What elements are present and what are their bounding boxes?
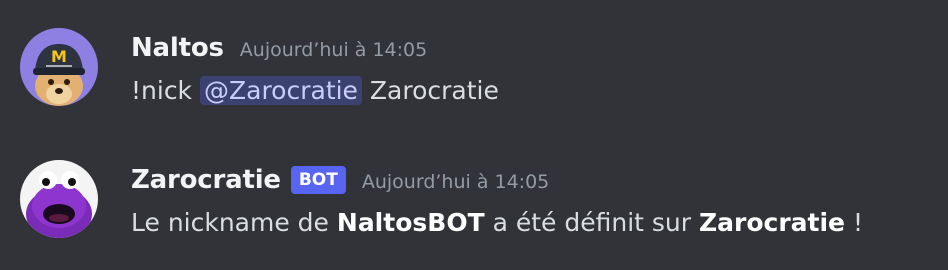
- text-end: !: [852, 208, 863, 237]
- dog-mcdonalds-cap-avatar-icon: M: [20, 28, 98, 106]
- message-header: Zarocratie BOT Aujourd’hui à 14:05: [131, 162, 549, 198]
- user-mention[interactable]: @Zarocratie: [200, 76, 362, 105]
- bold-value: Zarocratie: [699, 208, 845, 237]
- bot-badge: BOT: [290, 166, 346, 194]
- user-avatar[interactable]: M: [20, 28, 98, 106]
- command-text: !nick: [131, 76, 193, 105]
- message-header: Naltos Aujourd’hui à 14:05: [131, 30, 427, 66]
- user-avatar[interactable]: [20, 160, 98, 238]
- timestamp[interactable]: Aujourd’hui à 14:05: [362, 167, 549, 193]
- username[interactable]: Zarocratie: [131, 165, 281, 195]
- purple-cookie-monster-avatar-icon: [20, 160, 98, 238]
- timestamp[interactable]: Aujourd’hui à 14:05: [240, 35, 427, 61]
- chat-messages: M Naltos Aujourd’hui à 14:05 !nick @Zaro…: [0, 0, 948, 270]
- svg-text:M: M: [51, 47, 67, 66]
- argument-text: Zarocratie: [369, 76, 499, 105]
- text-middle: a été définit sur: [492, 208, 692, 237]
- username[interactable]: Naltos: [131, 33, 224, 63]
- message-content: !nick @Zarocratie Zarocratie: [131, 73, 499, 109]
- message-content: Le nickname de NaltosBOT a été définit s…: [131, 205, 863, 241]
- bold-name: NaltosBOT: [336, 208, 485, 237]
- text-before: Le nickname de: [131, 208, 329, 237]
